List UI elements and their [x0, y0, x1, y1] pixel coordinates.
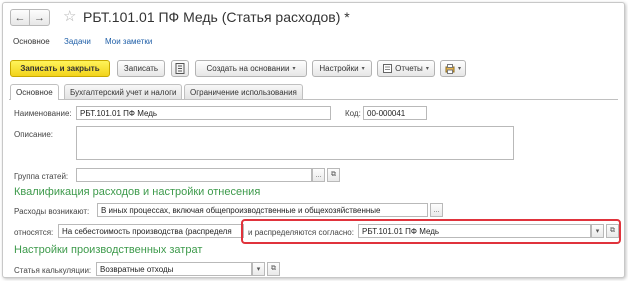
arrow-right-icon: →: [34, 11, 45, 24]
star-icon[interactable]: ☆: [63, 7, 76, 25]
ellipsis-icon: ...: [433, 206, 440, 214]
save-button[interactable]: Записать: [117, 60, 165, 77]
reports-button[interactable]: Отчеты ▾: [377, 60, 435, 77]
tab-accounting-label: Бухгалтерский учет и налоги: [70, 87, 177, 97]
save-close-label: Записать и закрыть: [20, 64, 100, 73]
section-title-production: Настройки производственных затрат: [14, 244, 203, 256]
ellipsis-icon: ...: [315, 171, 322, 179]
settings-button[interactable]: Настройки ▾: [312, 60, 372, 77]
create-based-label: Создать на основании: [206, 64, 290, 73]
print-button[interactable]: ▾: [440, 60, 466, 77]
page-title: РБТ.101.01 ПФ Медь (Статья расходов) *: [83, 9, 350, 25]
tab-main[interactable]: Основное: [10, 84, 59, 100]
forward-button[interactable]: →: [30, 9, 50, 26]
relate-field[interactable]: На себестоимость производства (распредел…: [58, 224, 244, 238]
section-title-qualification: Квалификация расходов и настройки отнесе…: [14, 186, 261, 198]
settings-label: Настройки: [319, 64, 359, 73]
code-field[interactable]: 00-000041: [363, 106, 427, 120]
chevron-down-icon: ▾: [292, 66, 296, 72]
description-field[interactable]: [76, 126, 514, 160]
name-field[interactable]: РБТ.101.01 ПФ Медь: [76, 106, 331, 120]
costs-arise-label: Расходы возникают:: [14, 207, 90, 216]
document-icon: [175, 63, 185, 74]
arrow-left-icon: ←: [14, 11, 26, 24]
post-button[interactable]: [171, 60, 189, 77]
nav-link-tasks[interactable]: Задачи: [64, 37, 91, 46]
save-close-button[interactable]: Записать и закрыть: [10, 60, 110, 77]
reports-label: Отчеты: [395, 64, 423, 73]
highlight-frame: [241, 219, 621, 244]
nav-link-notes[interactable]: Мои заметки: [105, 37, 152, 46]
costs-arise-select-button[interactable]: ...: [430, 203, 443, 217]
calc-dropdown-button[interactable]: ▾: [252, 262, 265, 276]
group-select-button[interactable]: ...: [312, 168, 325, 182]
tab-restrictions-label: Ограничение использования: [190, 87, 297, 97]
name-label: Наименование:: [14, 109, 72, 118]
group-field[interactable]: [76, 168, 312, 182]
calc-field[interactable]: Возвратные отходы: [96, 262, 252, 276]
relate-label: относятся:: [14, 228, 54, 237]
report-icon: [383, 64, 393, 73]
group-open-button[interactable]: ⧉: [327, 168, 340, 182]
print-icon: [445, 63, 455, 74]
save-label: Записать: [123, 64, 159, 73]
costs-arise-field[interactable]: В иных процессах, включая общепроизводст…: [97, 203, 428, 217]
chevron-down-icon: ▾: [256, 266, 261, 273]
chevron-down-icon: ▾: [425, 66, 429, 72]
calc-label: Статья калькуляции:: [14, 266, 92, 275]
calc-open-button[interactable]: ⧉: [267, 262, 280, 276]
create-based-button[interactable]: Создать на основании ▾: [195, 60, 307, 77]
open-icon: ⧉: [271, 265, 276, 272]
tabs-divider: [9, 99, 618, 100]
chevron-down-icon: ▾: [361, 66, 365, 72]
description-label: Описание:: [14, 130, 54, 139]
window-frame: ← → ☆ РБТ.101.01 ПФ Медь (Статья расходо…: [2, 2, 625, 278]
open-icon: ⧉: [331, 171, 336, 178]
code-label: Код:: [345, 109, 361, 118]
tab-main-label: Основное: [16, 88, 53, 97]
nav-link-main[interactable]: Основное: [9, 32, 54, 52]
chevron-down-icon: ▾: [457, 66, 461, 72]
tab-restrictions[interactable]: Ограничение использования: [184, 84, 303, 99]
group-label: Группа статей:: [14, 172, 69, 181]
back-button[interactable]: ←: [10, 9, 30, 26]
tab-accounting[interactable]: Бухгалтерский учет и налоги: [64, 84, 183, 99]
